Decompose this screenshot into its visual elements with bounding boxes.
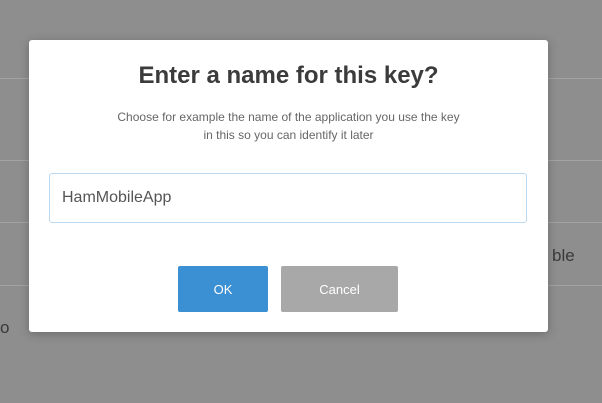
dialog-subtitle: Choose for example the name of the appli… <box>49 108 528 144</box>
ok-button[interactable]: OK <box>178 266 268 312</box>
key-name-input[interactable] <box>49 173 527 223</box>
cancel-button[interactable]: Cancel <box>281 266 398 312</box>
background-table-text: o <box>0 318 10 337</box>
background-table-text: ble <box>552 246 575 265</box>
dialog-subtitle-line: Choose for example the name of the appli… <box>117 110 460 124</box>
dialog-subtitle-line: in this so you can identify it later <box>203 128 374 142</box>
name-key-dialog: Enter a name for this key? Choose for ex… <box>29 40 548 332</box>
dialog-title: Enter a name for this key? <box>138 62 439 89</box>
